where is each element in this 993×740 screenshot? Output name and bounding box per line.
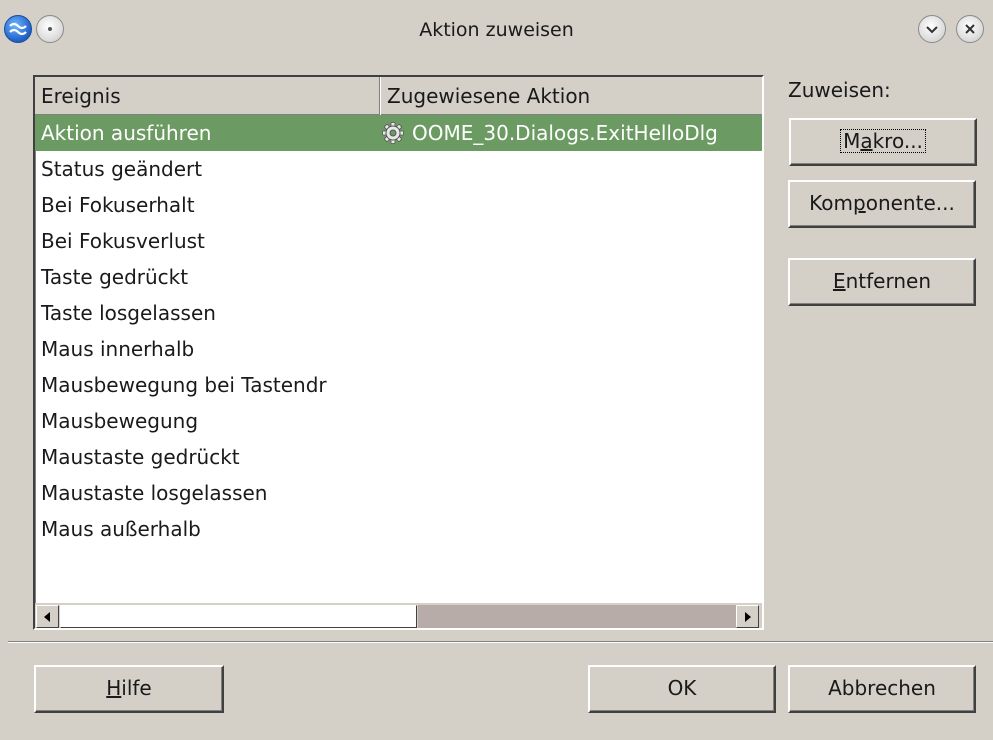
list-item[interactable]: Mausbewegung — [35, 403, 762, 439]
label-part: M — [843, 129, 861, 153]
column-header-action[interactable]: Zugewiesene Aktion — [381, 77, 762, 115]
event-list[interactable]: Ereignis Zugewiesene Aktion Aktion ausfü… — [33, 75, 764, 630]
scroll-right-arrow-icon[interactable] — [736, 605, 759, 628]
komponente-button[interactable]: Komponente... — [788, 180, 976, 228]
mnemonic: H — [106, 676, 122, 700]
event-name: Status geändert — [41, 157, 203, 181]
mnemonic: a — [860, 129, 873, 153]
footer-separator — [8, 641, 993, 643]
list-item[interactable]: Maustaste gedrückt — [35, 439, 762, 475]
help-button[interactable]: Hilfe — [34, 665, 224, 713]
assign-label: Zuweisen: — [788, 78, 891, 102]
scroll-thumb[interactable] — [60, 605, 417, 628]
list-item[interactable]: Taste gedrückt — [35, 259, 762, 295]
gear-icon — [382, 121, 404, 144]
list-item[interactable]: Maus innerhalb — [35, 331, 762, 367]
title-bar: Aktion zuweisen — [0, 0, 993, 62]
list-item[interactable]: Taste losgelassen — [35, 295, 762, 331]
label-part: Kom — [809, 191, 853, 215]
list-item[interactable]: Bei Fokusverlust — [35, 223, 762, 259]
event-name: Maus innerhalb — [41, 337, 195, 361]
window-title: Aktion zuweisen — [419, 19, 574, 41]
event-name: Maustaste gedrückt — [41, 445, 240, 469]
minimize-button[interactable] — [918, 15, 946, 43]
event-name: Taste gedrückt — [41, 265, 189, 289]
close-icon — [965, 24, 975, 34]
label-part: kro... — [872, 129, 923, 153]
assigned-action-cell: OOME_30.Dialogs.ExitHelloDlg — [382, 115, 762, 151]
close-button[interactable] — [956, 15, 984, 43]
horizontal-scrollbar[interactable] — [35, 603, 762, 628]
event-name: Aktion ausführen — [41, 121, 212, 145]
event-name: Mausbewegung bei Tastendr — [41, 373, 327, 397]
label-part: onente... — [865, 191, 955, 215]
event-name: Maustaste losgelassen — [41, 481, 268, 505]
event-name: Mausbewegung — [41, 409, 199, 433]
label-part: ntfernen — [845, 269, 932, 293]
list-item[interactable]: Bei Fokuserhalt — [35, 187, 762, 223]
list-item[interactable]: Status geändert — [35, 151, 762, 187]
list-item[interactable]: Mausbewegung bei Tastendr — [35, 367, 762, 403]
list-item[interactable]: Aktion ausführen OOME_30.Dialogs.ExitHell… — [35, 115, 762, 151]
list-rows: Aktion ausführen OOME_30.Dialogs.ExitHell… — [35, 115, 762, 547]
assigned-action: OOME_30.Dialogs.ExitHelloDlg — [412, 121, 718, 145]
list-item[interactable]: Maus außerhalb — [35, 511, 762, 547]
column-header-event[interactable]: Ereignis — [35, 77, 380, 115]
ok-button[interactable]: OK — [588, 665, 776, 713]
makro-button[interactable]: Makro... — [789, 118, 977, 166]
scroll-left-arrow-icon[interactable] — [36, 605, 59, 628]
cancel-button[interactable]: Abbrechen — [788, 665, 976, 713]
list-item[interactable]: Maustaste losgelassen — [35, 475, 762, 511]
event-name: Taste losgelassen — [41, 301, 216, 325]
mnemonic: p — [853, 191, 866, 215]
scroll-track[interactable] — [418, 605, 738, 628]
list-header: Ereignis Zugewiesene Aktion — [35, 77, 762, 115]
event-name: Bei Fokusverlust — [41, 229, 205, 253]
entfernen-button[interactable]: Entfernen — [788, 258, 976, 306]
label-part: ilfe — [121, 676, 152, 700]
chevron-down-icon — [926, 26, 938, 34]
event-name: Maus außerhalb — [41, 517, 201, 541]
event-name: Bei Fokuserhalt — [41, 193, 195, 217]
mnemonic: E — [832, 269, 846, 293]
